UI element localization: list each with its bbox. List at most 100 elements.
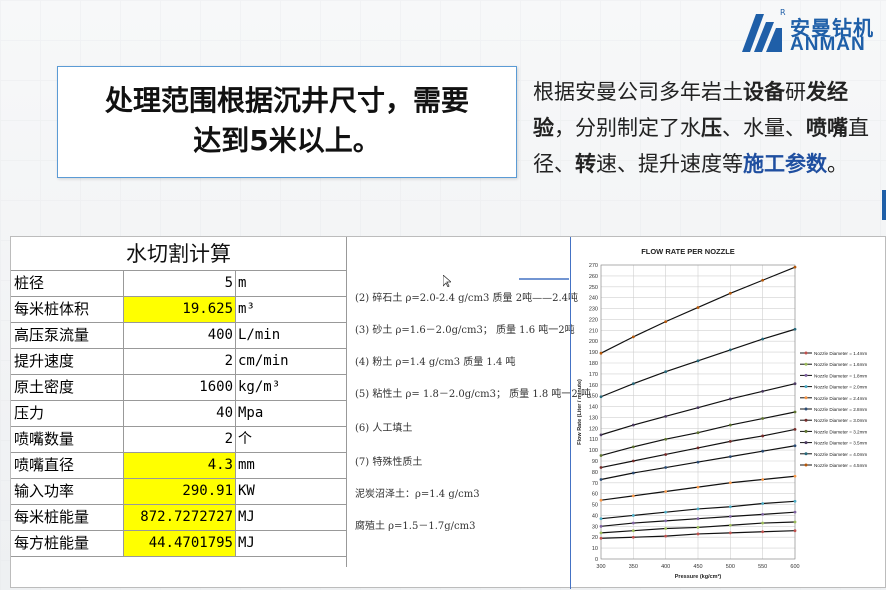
legend-marker <box>804 441 808 445</box>
calc-row: 喷嘴数量 2 个 <box>11 427 346 453</box>
x-tick-label: 350 <box>629 564 638 570</box>
scope-line-2: 达到5米以上。 <box>193 124 381 157</box>
y-tick-label: 190 <box>589 350 598 356</box>
y-tick-label: 150 <box>589 394 598 400</box>
calc-row-label: 每方桩能量 <box>11 531 124 556</box>
legend-marker <box>804 429 808 433</box>
series-point <box>761 512 765 516</box>
series-point <box>599 466 603 469</box>
series-point <box>793 382 797 386</box>
y-tick-label: 80 <box>592 470 598 476</box>
para-seg: 根据安曼公司多年岩土 <box>533 80 743 104</box>
series-point <box>793 510 797 514</box>
calc-row-label: 原土密度 <box>11 375 124 400</box>
legend-label: Nozzle Diameter = 2.8mm <box>814 407 867 412</box>
calc-row: 每米桩能量 872.7272727 MJ <box>11 505 346 531</box>
series-point <box>664 510 668 514</box>
x-axis-label: Pressure (kg/cm²) <box>675 573 722 580</box>
calc-row-label: 每米桩体积 <box>11 297 124 322</box>
y-tick-label: 0 <box>595 557 598 563</box>
series-point <box>696 526 700 529</box>
series-point <box>631 471 635 475</box>
series-point <box>631 494 635 498</box>
legend-label: Nozzle Diameter = 4.5mm <box>814 463 867 468</box>
calc-row-value: 872.7272727 <box>124 505 236 530</box>
legend-label: Nozzle Diameter = 4.0mm <box>814 452 867 457</box>
calc-row-value: 2 <box>124 349 236 374</box>
calc-row-value: 5 <box>124 271 236 296</box>
logo-english-name: ANMAN <box>790 34 866 55</box>
calc-row-unit: kg/m³ <box>238 379 281 395</box>
mouse-cursor-icon <box>443 275 451 287</box>
series-point <box>631 521 635 525</box>
series-point <box>793 265 797 269</box>
x-tick-label: 300 <box>596 564 605 570</box>
para-seg-bold: 喷嘴 <box>806 116 848 140</box>
y-tick-label: 200 <box>589 339 598 345</box>
calc-row-unit: cm/min <box>238 353 289 369</box>
legend-marker <box>804 373 808 377</box>
series-point <box>599 498 603 502</box>
series-point <box>696 431 700 435</box>
series-point <box>696 446 700 450</box>
series-point <box>631 423 635 427</box>
para-seg: 研 <box>785 80 806 104</box>
calc-table-body: 桩径 5 m 每米桩体积 19.625 m³ 高压泵流量 400 L/min 提升速度 2 cm/mi… <box>11 271 346 557</box>
series-point <box>631 382 635 386</box>
calc-row-value: 400 <box>124 323 236 348</box>
anman-logo: R 安曼钻机 ANMAN <box>740 6 880 56</box>
soil-item: 腐殖土 ρ=1.5－1.7g/cm3 <box>355 521 476 532</box>
calc-row-unit: m³ <box>238 301 255 317</box>
legend-label: Nozzle Diameter = 2.0mm <box>814 385 867 390</box>
series-point <box>728 455 732 459</box>
soil-item: (3) 砂土 ρ=1.6－2.0g/cm3； 质量 1.6 吨一2吨 <box>355 325 575 336</box>
para-seg: ，分别制定了水 <box>554 116 701 140</box>
series-point <box>696 460 700 464</box>
series-point <box>631 459 635 463</box>
para-seg-bold: 压 <box>701 116 722 140</box>
y-tick-label: 50 <box>592 503 598 509</box>
y-tick-label: 70 <box>592 481 598 487</box>
series-point <box>599 517 603 521</box>
legend-label: Nozzle Diameter = 1.4mm <box>814 351 867 356</box>
calc-row-value: 4.3 <box>124 453 236 478</box>
y-tick-label: 10 <box>592 546 598 552</box>
y-tick-label: 250 <box>589 285 598 291</box>
series-point <box>728 423 732 427</box>
flow-rate-chart-svg: FLOW RATE PER NOZZLE 0 10 20 30 40 50 60 70 80 90 1… <box>577 247 867 580</box>
soil-item: (6) 人工填土 <box>355 423 413 434</box>
series-point <box>631 335 635 339</box>
series-point <box>793 327 797 331</box>
calc-row: 输入功率 290.91 KW <box>11 479 346 505</box>
calc-row-unit: MJ <box>238 535 255 551</box>
legend-marker <box>804 362 808 366</box>
calc-row-label: 输入功率 <box>11 479 124 504</box>
series-point <box>664 414 668 418</box>
y-tick-label: 210 <box>589 328 598 334</box>
series-point <box>664 466 668 469</box>
series-point <box>599 524 603 528</box>
calc-row-label: 压力 <box>11 401 124 426</box>
series-point <box>599 478 603 481</box>
chart-title: FLOW RATE PER NOZZLE <box>641 247 735 256</box>
series-point <box>761 530 765 534</box>
x-tick-label: 500 <box>726 564 735 570</box>
series-point <box>761 449 765 453</box>
series-point <box>696 406 700 410</box>
series-point <box>664 490 668 493</box>
series-point <box>599 536 603 540</box>
scope-textbox: 处理范围根据沉井尺寸，需要 达到5米以上。 <box>57 66 517 178</box>
calc-row-unit: L/min <box>238 327 281 343</box>
calc-row: 每米桩体积 19.625 m³ <box>11 297 346 323</box>
series-point <box>631 514 635 517</box>
calc-row: 高压泵流量 400 L/min <box>11 323 346 349</box>
series-point <box>728 531 732 535</box>
series-point <box>793 499 797 503</box>
para-seg: 、水量、 <box>722 116 806 140</box>
calc-row-unit: KW <box>238 483 255 499</box>
y-tick-label: 160 <box>589 383 598 389</box>
y-tick-label: 120 <box>589 426 598 432</box>
registered-mark: R <box>780 8 786 17</box>
calc-row-value: 19.625 <box>124 297 236 322</box>
series-point <box>728 348 732 352</box>
